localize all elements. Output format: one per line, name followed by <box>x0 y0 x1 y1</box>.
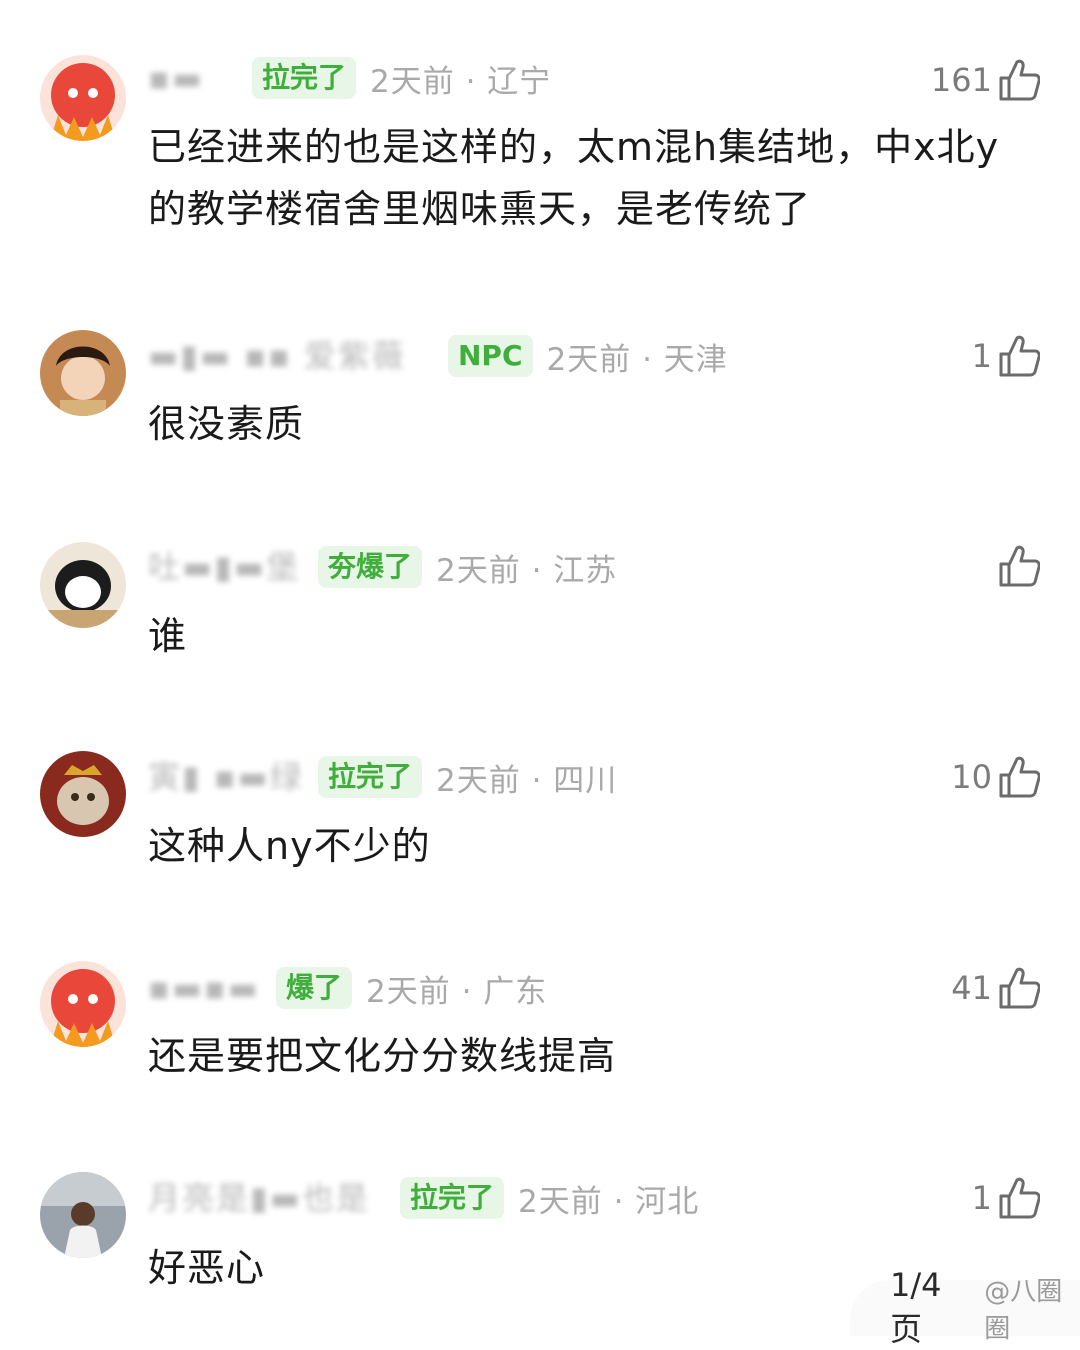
comment-meta: ▪▬ 拉完了 2天前 · 辽宁 <box>148 54 551 102</box>
username[interactable]: 寅▮ ▪▬绿 <box>148 760 304 794</box>
like-button[interactable]: 41 <box>951 962 1040 1014</box>
like-button[interactable] <box>992 540 1040 592</box>
time-location: 2天前 · 天津 <box>546 341 728 378</box>
thumbs-up-icon <box>999 1177 1040 1219</box>
comment-item: ▪▬ 拉完了 2天前 · 辽宁 161 已经进来的也是这样的，太m混h集结地，中… <box>0 0 1080 280</box>
comment-meta: ▪▬▪▬ 爆了 2天前 · 广东 <box>148 964 547 1012</box>
time-location: 2天前 · 河北 <box>518 1183 700 1220</box>
comment-item: 吐▬▮▬堡 夯爆了 2天前 · 江苏 谁 <box>0 510 1080 720</box>
rank-badge: 拉完了 <box>318 756 423 798</box>
like-count: 1 <box>971 1179 992 1217</box>
avatar[interactable] <box>40 542 126 628</box>
comment-text: 已经进来的也是这样的，太m混h集结地，中x北y的教学楼宿舍里烟味熏天，是老传统了 <box>148 125 1000 231</box>
avatar[interactable] <box>40 1172 126 1258</box>
rank-badge: 爆了 <box>276 967 353 1009</box>
thumbs-up-icon <box>999 967 1040 1009</box>
thumbs-up-icon <box>999 545 1040 587</box>
rank-badge: 夯爆了 <box>318 546 423 588</box>
username[interactable]: 月亮是▮▬也是 <box>148 1181 386 1215</box>
comment-text: 这种人ny不少的 <box>148 824 431 868</box>
time-location: 2天前 · 广东 <box>366 973 548 1010</box>
avatar[interactable] <box>40 751 126 837</box>
comment-meta: 月亮是▮▬也是 拉完了 2天前 · 河北 <box>148 1174 699 1222</box>
like-button[interactable]: 161 <box>931 54 1040 106</box>
like-count: 10 <box>951 758 992 796</box>
like-count: 161 <box>930 61 992 99</box>
time-location: 2天前 · 四川 <box>436 762 618 799</box>
avatar[interactable] <box>40 330 126 416</box>
thumbs-up-icon <box>999 335 1040 377</box>
username[interactable]: ▬▮▬ ▪▪ 爱紫薇 <box>148 339 434 373</box>
rank-badge: 拉完了 <box>252 57 357 99</box>
like-count: 41 <box>951 969 992 1007</box>
avatar[interactable] <box>40 961 126 1047</box>
rank-badge: 拉完了 <box>400 1177 505 1219</box>
rank-badge: NPC <box>448 335 533 377</box>
comment-item: 寅▮ ▪▬绿 拉完了 2天前 · 四川 10 这种人ny不少的 <box>0 720 1080 940</box>
like-button[interactable]: 10 <box>951 751 1040 803</box>
thumbs-up-icon <box>999 756 1040 798</box>
like-button[interactable]: 1 <box>972 330 1040 382</box>
username[interactable]: ▪▬▪▬ <box>148 971 262 1005</box>
comment-item: ▬▮▬ ▪▪ 爱紫薇 NPC 2天前 · 天津 1 很没素质 <box>0 280 1080 510</box>
like-button[interactable]: 1 <box>972 1172 1040 1224</box>
time-location: 2天前 · 江苏 <box>436 552 618 589</box>
comment-text: 还是要把文化分分数线提高 <box>148 1034 617 1078</box>
page-indicator: 1/4 页 @八圈圈 <box>850 1266 1080 1348</box>
comment-meta: 寅▮ ▪▬绿 拉完了 2天前 · 四川 <box>148 753 617 801</box>
username[interactable]: ▪▬ <box>148 61 208 95</box>
comment-meta: 吐▬▮▬堡 夯爆了 2天前 · 江苏 <box>148 543 617 591</box>
comment-text: 谁 <box>148 614 188 658</box>
comment-item: ▪▬▪▬ 爆了 2天前 · 广东 41 还是要把文化分分数线提高 <box>0 940 1080 1150</box>
username[interactable]: 吐▬▮▬堡 <box>148 550 304 584</box>
page-number: 1/4 页 <box>890 1266 942 1348</box>
comment-meta: ▬▮▬ ▪▪ 爱紫薇 NPC 2天前 · 天津 <box>148 332 728 380</box>
thumbs-up-icon <box>999 59 1040 101</box>
like-count: 1 <box>971 337 992 375</box>
comment-text: 很没素质 <box>148 402 305 446</box>
avatar[interactable] <box>40 55 126 141</box>
time-location: 2天前 · 辽宁 <box>370 63 552 100</box>
watermark-text: @八圈圈 <box>984 1277 1063 1344</box>
